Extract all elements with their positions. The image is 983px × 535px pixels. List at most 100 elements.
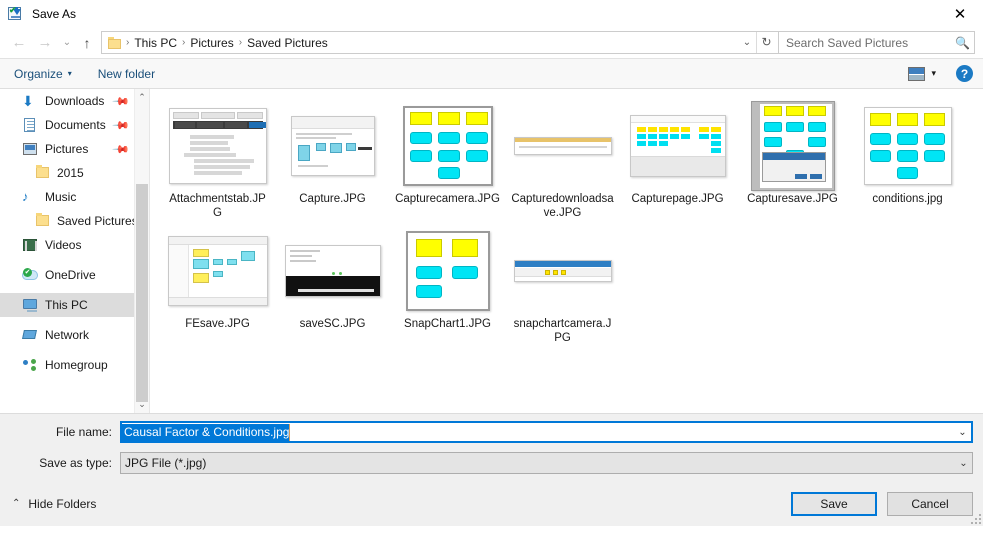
filename-value: Causal Factor & Conditions.jpg (122, 424, 289, 441)
chevron-up-icon: ⌃ (12, 498, 20, 509)
sidebar-item-label: OneDrive (45, 268, 134, 282)
sidebar-item-label: Videos (45, 238, 134, 252)
video-icon (22, 237, 39, 253)
chevron-down-icon: ▾ (68, 69, 72, 78)
filename-label: File name: (0, 425, 120, 439)
scrollbar-thumb[interactable] (136, 184, 148, 402)
pin-icon: 📌 (112, 140, 131, 159)
sidebar-item-documents[interactable]: Documents 📌 (0, 113, 134, 137)
breadcrumb-item-pictures[interactable]: Pictures (186, 36, 237, 50)
sidebar-item-label: Homegroup (45, 358, 134, 372)
content-area: ⬇ Downloads 📌 Documents 📌 Pictures 📌 201… (0, 89, 983, 413)
file-name: conditions.jpg (855, 192, 960, 206)
file-name: SnapChart1.JPG (395, 317, 500, 331)
file-name: Capturesave.JPG (740, 192, 845, 206)
sidebar-scrollbar[interactable]: ⌃ ⌄ (134, 89, 149, 413)
navigation-pane: ⬇ Downloads 📌 Documents 📌 Pictures 📌 201… (0, 89, 150, 413)
recent-locations-icon[interactable]: ⌄ (58, 30, 76, 56)
sidebar-item-label: Documents (45, 118, 114, 132)
hide-folders-button[interactable]: ⌃ Hide Folders (12, 497, 96, 511)
save-form: File name: Causal Factor & Conditions.jp… (0, 413, 983, 481)
sidebar-item-2015[interactable]: 2015 (0, 161, 134, 185)
list-item[interactable]: Attachmentstab.JPG (160, 99, 275, 220)
file-name: snapchartcamera.JPG (510, 317, 615, 345)
sidebar-item-label: Network (45, 328, 134, 342)
help-icon[interactable]: ? (956, 65, 973, 82)
file-thumbnail (625, 103, 730, 189)
list-item[interactable]: snapchartcamera.JPG (505, 224, 620, 345)
chevron-down-icon[interactable]: ⌄ (955, 453, 972, 473)
sidebar-item-network[interactable]: Network (0, 323, 134, 347)
file-thumbnail (395, 228, 500, 314)
address-bar: ← → ⌄ ↑ › This PC › Pictures › Saved Pic… (0, 27, 983, 58)
refresh-icon[interactable]: ↻ (756, 32, 776, 53)
sidebar-item-music[interactable]: ♪ Music (0, 185, 134, 209)
sidebar-item-this-pc[interactable]: This PC (0, 293, 134, 317)
breadcrumb-item-this-pc[interactable]: This PC (130, 36, 181, 50)
file-thumbnail (165, 103, 270, 189)
resize-grip[interactable] (969, 512, 981, 524)
list-item[interactable]: Capture.JPG (275, 99, 390, 220)
sidebar-item-label: Saved Pictures (57, 214, 134, 228)
file-thumbnail (280, 228, 385, 314)
new-folder-button[interactable]: New folder (98, 67, 155, 81)
organize-label: Organize (14, 67, 63, 81)
document-icon (22, 117, 39, 133)
file-name: Capturedownloadsave.JPG (510, 192, 615, 220)
pin-icon: 📌 (112, 92, 131, 111)
sidebar-item-homegroup[interactable]: Homegroup (0, 353, 134, 377)
list-item[interactable]: Capturecamera.JPG (390, 99, 505, 220)
sidebar-item-downloads[interactable]: ⬇ Downloads 📌 (0, 89, 134, 113)
window-title: Save As (32, 7, 76, 21)
onedrive-icon (22, 267, 39, 283)
list-item[interactable]: FEsave.JPG (160, 224, 275, 345)
file-name: Capturecamera.JPG (395, 192, 500, 206)
back-icon[interactable]: ← (6, 30, 32, 56)
scroll-down-icon[interactable]: ⌄ (135, 396, 149, 413)
sidebar-item-videos[interactable]: Videos (0, 233, 134, 257)
file-name: Attachmentstab.JPG (165, 192, 270, 220)
folder-icon (34, 213, 51, 229)
cancel-button[interactable]: Cancel (887, 492, 973, 516)
hide-folders-label: Hide Folders (28, 497, 96, 511)
download-icon: ⬇ (22, 93, 39, 109)
list-item[interactable]: Capturedownloadsave.JPG (505, 99, 620, 220)
file-thumbnail (510, 103, 615, 189)
search-placeholder: Search Saved Pictures (786, 36, 955, 50)
search-input[interactable]: Search Saved Pictures 🔍 (779, 31, 975, 54)
sidebar-item-label: Pictures (45, 142, 114, 156)
chevron-down-icon[interactable]: ⌄ (954, 423, 971, 441)
list-item[interactable]: Capturesave.JPG (735, 99, 850, 220)
sidebar-item-pictures[interactable]: Pictures 📌 (0, 137, 134, 161)
filename-input[interactable]: Causal Factor & Conditions.jpg ⌄ (120, 421, 973, 443)
file-thumbnail (165, 228, 270, 314)
sidebar-item-label: Downloads (45, 94, 114, 108)
list-item[interactable]: conditions.jpg (850, 99, 965, 220)
forward-icon[interactable]: → (32, 30, 58, 56)
save-button[interactable]: Save (791, 492, 877, 516)
scroll-up-icon[interactable]: ⌃ (135, 89, 149, 106)
folder-icon (108, 37, 123, 49)
save-as-icon: ✔ (8, 6, 24, 22)
up-icon[interactable]: ↑ (76, 30, 98, 56)
savetype-label: Save as type: (0, 456, 120, 470)
file-list[interactable]: Attachmentstab.JPG Capture.JPG (150, 89, 983, 413)
list-item[interactable]: SnapChart1.JPG (390, 224, 505, 345)
file-thumbnail (280, 103, 385, 189)
view-mode-icon[interactable] (908, 67, 925, 81)
folder-icon (34, 165, 51, 181)
list-item[interactable]: saveSC.JPG (275, 224, 390, 345)
organize-button[interactable]: Organize ▾ (14, 67, 72, 81)
pin-icon: 📌 (112, 116, 131, 135)
breadcrumb[interactable]: › This PC › Pictures › Saved Pictures ⌄ … (101, 31, 779, 54)
savetype-value: JPG File (*.jpg) (121, 456, 206, 470)
savetype-select[interactable]: JPG File (*.jpg) ⌄ (120, 452, 973, 474)
view-mode-chevron-down-icon[interactable]: ▾ (931, 68, 936, 79)
close-icon[interactable]: ✕ (937, 0, 983, 27)
sidebar-item-onedrive[interactable]: OneDrive (0, 263, 134, 287)
list-item[interactable]: Capturepage.JPG (620, 99, 735, 220)
file-thumbnail (395, 103, 500, 189)
sidebar-item-saved-pictures[interactable]: Saved Pictures (0, 209, 134, 233)
chevron-down-icon[interactable]: ⌄ (738, 37, 756, 48)
breadcrumb-item-saved-pictures[interactable]: Saved Pictures (243, 36, 332, 50)
